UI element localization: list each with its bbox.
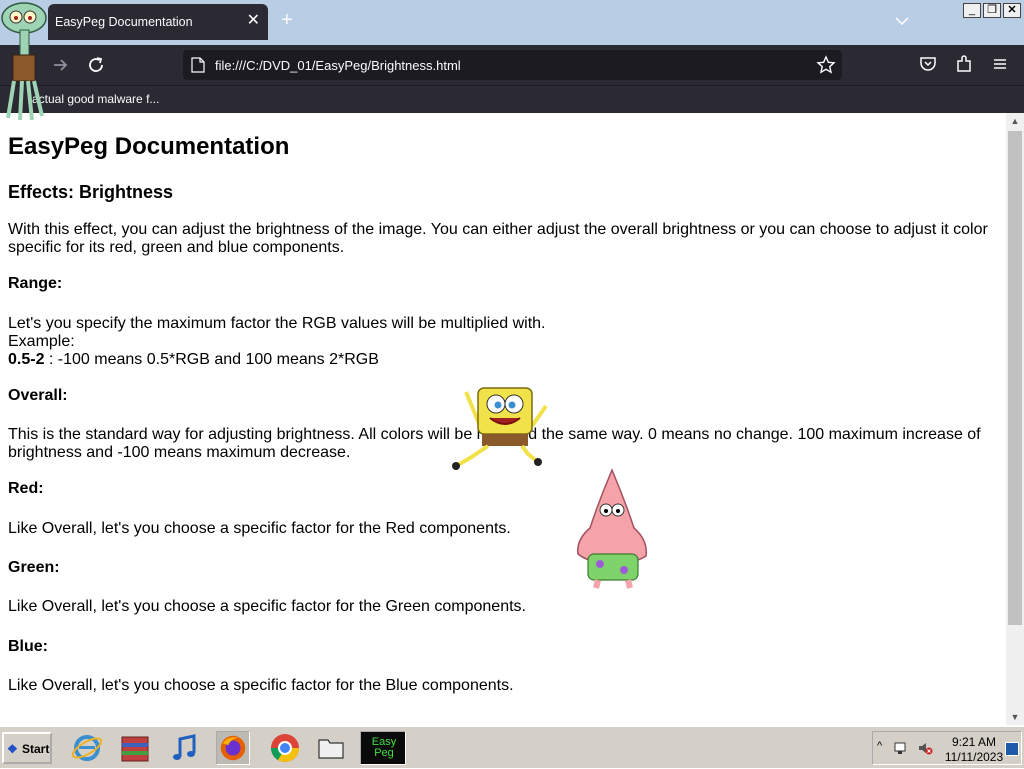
navigation-toolbar: file:///C:/DVD_01/EasyPeg/Brightness.htm… bbox=[0, 45, 1024, 85]
range-example-label: Example: bbox=[8, 333, 75, 350]
forward-arrow-icon[interactable] bbox=[48, 53, 72, 77]
page-scrollbar[interactable]: ▲ ▼ bbox=[1006, 113, 1024, 725]
range-example-value: 0.5-2 bbox=[8, 351, 45, 368]
start-label: Start bbox=[22, 742, 50, 756]
pocket-icon[interactable] bbox=[918, 54, 938, 74]
extensions-icon[interactable] bbox=[954, 54, 974, 74]
page-icon bbox=[191, 57, 205, 73]
internet-explorer-icon[interactable] bbox=[70, 731, 104, 765]
url-text[interactable]: file:///C:/DVD_01/EasyPeg/Brightness.htm… bbox=[215, 58, 461, 73]
tab-easypeg-documentation[interactable]: EasyPeg Documentation ✕ bbox=[48, 4, 268, 40]
new-tab-button[interactable]: + bbox=[281, 10, 293, 30]
range-example-text: : -100 means 0.5*RGB and 100 means 2*RGB bbox=[44, 351, 379, 368]
green-heading: Green: bbox=[8, 559, 60, 576]
range-paragraph: Let's you specify the maximum factor the… bbox=[8, 315, 998, 369]
start-button[interactable]: ❖ Start bbox=[2, 732, 52, 764]
clock-date[interactable]: 11/11/2023 bbox=[943, 750, 1005, 764]
volume-muted-icon[interactable] bbox=[917, 740, 933, 756]
blue-paragraph: Like Overall, let's you choose a specifi… bbox=[8, 677, 514, 694]
list-all-tabs-icon[interactable] bbox=[893, 12, 911, 30]
chrome-icon[interactable] bbox=[268, 731, 302, 765]
maximize-button[interactable]: ❐ bbox=[983, 3, 1001, 18]
archive-app-icon[interactable] bbox=[118, 731, 152, 765]
show-desktop-icon[interactable] bbox=[1005, 742, 1019, 756]
easypeg-icon-label: Easy Peg bbox=[371, 736, 397, 759]
windows-taskbar: ❖ Start Easy Peg ^ 9:21 AM 11/11/2023 bbox=[0, 725, 1024, 768]
url-bar[interactable]: file:///C:/DVD_01/EasyPeg/Brightness.htm… bbox=[183, 50, 842, 80]
scroll-down-button[interactable]: ▼ bbox=[1006, 709, 1024, 725]
range-description: Let's you specify the maximum factor the… bbox=[8, 315, 546, 332]
spongebob-sticker bbox=[452, 387, 548, 470]
squidward-sticker bbox=[1, 2, 47, 121]
patrick-sticker bbox=[577, 468, 647, 589]
red-heading: Red: bbox=[8, 480, 44, 497]
green-paragraph: Like Overall, let's you choose a specifi… bbox=[8, 598, 526, 615]
show-hidden-icons-icon[interactable]: ^ bbox=[877, 740, 882, 752]
firefox-icon bbox=[220, 735, 246, 761]
scroll-thumb[interactable] bbox=[1008, 131, 1022, 625]
page-title: EasyPeg Documentation bbox=[8, 133, 290, 160]
clock-time[interactable]: 9:21 AM bbox=[949, 735, 999, 749]
minimize-button[interactable]: _ bbox=[963, 3, 981, 18]
taskbar-firefox-active[interactable] bbox=[216, 731, 250, 765]
range-heading: Range: bbox=[8, 275, 63, 292]
scroll-up-button[interactable]: ▲ bbox=[1006, 113, 1024, 129]
music-player-icon[interactable] bbox=[168, 731, 202, 765]
red-paragraph: Like Overall, let's you choose a specifi… bbox=[8, 520, 511, 537]
windows-logo-icon: ❖ bbox=[7, 742, 18, 756]
browser-titlebar: EasyPeg Documentation ✕ + _ ❐ ✕ bbox=[0, 0, 1024, 45]
hamburger-menu-icon[interactable] bbox=[990, 54, 1010, 74]
tab-close-button[interactable]: ✕ bbox=[247, 10, 260, 30]
bookmark-star-icon[interactable] bbox=[816, 55, 836, 75]
system-tray: ^ 9:21 AM 11/11/2023 bbox=[872, 731, 1022, 765]
intro-paragraph: With this effect, you can adjust the bri… bbox=[8, 221, 988, 256]
bookmark-item[interactable]: actual good malware f... bbox=[32, 92, 159, 106]
bookmarks-toolbar: actual good malware f... bbox=[0, 85, 1024, 113]
network-icon[interactable] bbox=[893, 740, 909, 756]
folder-icon[interactable] bbox=[314, 731, 348, 765]
tab-title: EasyPeg Documentation bbox=[55, 15, 193, 29]
window-close-button[interactable]: ✕ bbox=[1003, 3, 1021, 18]
easypeg-app-icon[interactable]: Easy Peg bbox=[360, 731, 406, 765]
section-title: Effects: Brightness bbox=[8, 182, 174, 202]
reload-icon[interactable] bbox=[84, 53, 108, 77]
blue-heading: Blue: bbox=[8, 638, 48, 655]
